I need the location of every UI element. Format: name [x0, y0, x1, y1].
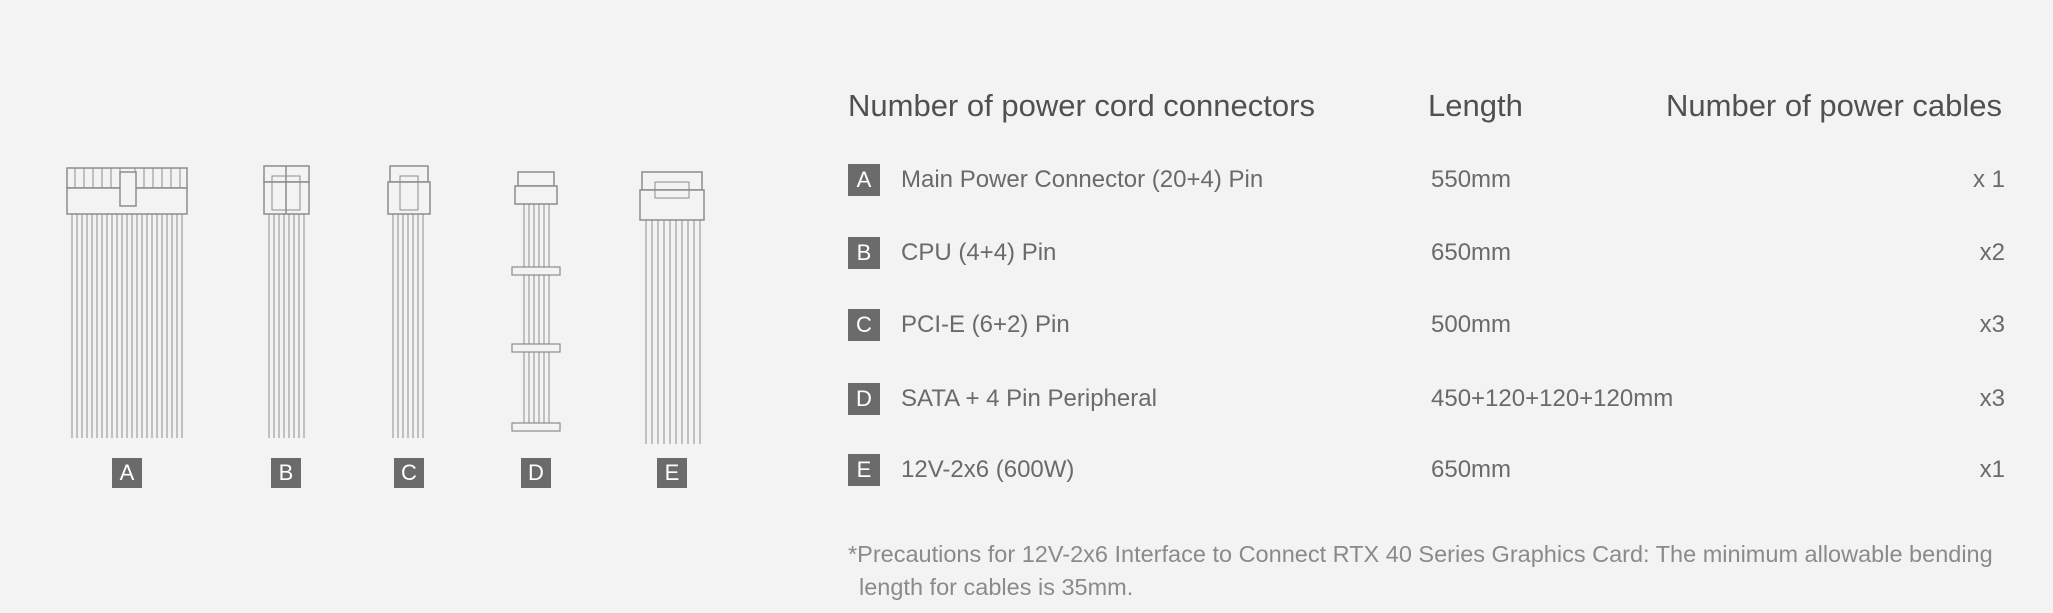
cable-illustrations: A B C D E — [0, 0, 820, 613]
spec-row-d: D SATA + 4 Pin Peripheral 450+120+120+12… — [0, 383, 2053, 423]
cable-length: 550mm — [1431, 166, 1512, 193]
connector-name: SATA + 4 Pin Peripheral — [901, 385, 1157, 412]
connector-name: 12V-2x6 (600W) — [901, 456, 1075, 483]
spec-row-a: A Main Power Connector (20+4) Pin 550mm … — [0, 164, 2053, 204]
header-cables: Number of power cables — [1666, 88, 2002, 123]
cable-drawings — [66, 165, 705, 444]
cable-length: 650mm — [1431, 456, 1512, 483]
spec-row-b: B CPU (4+4) Pin 650mm x2 — [0, 237, 2053, 277]
row-badge: D — [848, 383, 880, 415]
header-length: Length — [1428, 88, 1523, 123]
cable-quantity: x3 — [1979, 311, 2005, 338]
cable-length: 650mm — [1431, 239, 1512, 266]
spec-row-c: C PCI-E (6+2) Pin 500mm x3 — [0, 309, 2053, 349]
cable-quantity: x1 — [1979, 456, 2005, 483]
cable-length: 450+120+120+120mm — [1431, 385, 1674, 412]
header-connectors: Number of power cord connectors — [848, 88, 1315, 123]
cable-quantity: x3 — [1979, 385, 2005, 412]
cable-quantity: x 1 — [1972, 166, 2005, 193]
precaution-note: *Precautions for 12V-2x6 Interface to Co… — [848, 541, 1993, 600]
row-badge: E — [848, 454, 880, 486]
spec-row-e: E 12V-2x6 (600W) 650mm x1 — [0, 454, 2053, 494]
cable-length: 500mm — [1431, 311, 1512, 338]
row-badge: A — [848, 164, 880, 196]
row-badge: C — [848, 309, 880, 341]
connector-name: PCI-E (6+2) Pin — [901, 311, 1070, 338]
row-badge: B — [848, 237, 880, 269]
connector-name: Main Power Connector (20+4) Pin — [901, 166, 1264, 193]
cable-quantity: x2 — [1979, 239, 2005, 266]
connector-name: CPU (4+4) Pin — [901, 239, 1057, 266]
